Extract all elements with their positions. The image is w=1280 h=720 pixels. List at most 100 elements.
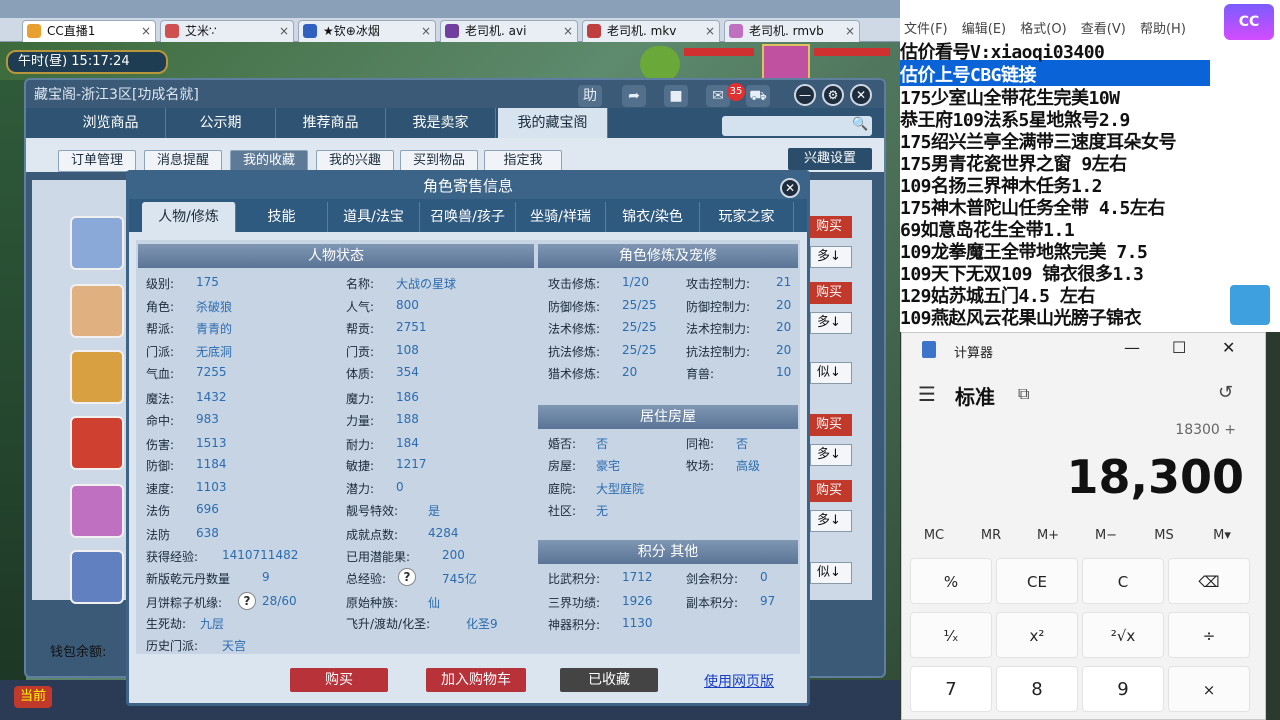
menu-file[interactable]: 文件(F) [904,22,948,37]
menu-icon[interactable]: ☰ [918,382,936,406]
collected-button[interactable]: 已收藏 [560,668,658,692]
tab-recommended[interactable]: 推荐商品 [276,108,386,138]
tab-character[interactable]: 人物/修炼 [142,202,236,232]
current-channel-button[interactable]: 当前 [14,686,52,708]
points-header: 积分 其他 [538,540,798,564]
sub-tab-messages[interactable]: 消息提醒 [144,150,222,172]
mplus-button[interactable]: M+ [1020,528,1076,543]
search-input[interactable] [722,116,872,136]
sub-tab-favorites[interactable]: 我的收藏 [230,150,308,172]
browser-tab-4[interactable]: 老司机. avi × [440,20,578,42]
dialog-title: 角色寄售信息 [422,177,513,195]
menu-edit[interactable]: 编辑(E) [962,22,1006,37]
notepad-line[interactable]: 109燕赵风云花果山光膀子锦衣 [900,304,1142,330]
web-version-link[interactable]: 使用网页版 [704,671,774,691]
menu-help[interactable]: 帮助(H) [1140,22,1186,37]
maximize-icon[interactable]: ☐ [1172,338,1186,357]
more-button[interactable]: 多↓ [810,312,852,334]
ms-button[interactable]: MS [1136,528,1192,543]
stop-icon[interactable]: ■ [664,85,688,107]
buy-button[interactable]: 购买 [810,480,852,502]
keep-on-top-icon[interactable]: ⧉ [1018,384,1029,404]
settings-icon[interactable]: ⚙ [822,84,844,106]
close-icon[interactable]: × [563,21,573,41]
mc-button[interactable]: MC [906,528,962,543]
digit-7-button[interactable]: 7 [910,666,992,712]
minimize-icon[interactable]: — [1124,338,1140,357]
percent-button[interactable]: % [910,558,992,604]
more-button[interactable]: 多↓ [810,510,852,532]
add-to-cart-button[interactable]: 加入购物车 [426,668,526,692]
close-icon[interactable]: × [279,21,289,41]
reciprocal-button[interactable]: ¹⁄ₓ [910,612,992,658]
sub-tab-orders[interactable]: 订单管理 [58,150,136,172]
browser-tab-6[interactable]: 老司机. rmvb × [724,20,860,42]
digit-9-button[interactable]: 9 [1082,666,1164,712]
interest-settings-button[interactable]: 兴趣设置 [788,148,872,170]
close-icon[interactable]: ✕ [780,178,800,198]
digit-8-button[interactable]: 8 [996,666,1078,712]
close-icon[interactable]: ✕ [850,84,872,106]
menu-view[interactable]: 查看(V) [1081,22,1126,37]
tab-seller[interactable]: 我是卖家 [386,108,496,138]
cart-icon[interactable]: ⛟ [746,85,770,107]
list-item-avatar[interactable] [70,484,124,538]
close-icon[interactable]: × [705,21,715,41]
sub-tab-interests[interactable]: 我的兴趣 [316,150,394,172]
help-button[interactable]: 助 [578,85,602,107]
help-icon[interactable]: ? [238,592,256,610]
memory-list-button[interactable]: M▾ [1194,528,1250,543]
share-icon[interactable]: ➦ [622,85,646,107]
close-icon[interactable]: ✕ [1222,338,1235,357]
list-item-avatar[interactable] [70,216,124,270]
minimize-icon[interactable]: — [794,84,816,106]
browser-tab-5[interactable]: 老司机. mkv × [582,20,720,42]
similar-button[interactable]: 似↓ [810,362,852,384]
buy-button[interactable]: 购买 [810,216,852,238]
tab-outfits[interactable]: 锦衣/染色 [606,202,700,232]
close-icon[interactable]: × [845,21,855,41]
help-icon[interactable]: ? [398,568,416,586]
more-button[interactable]: 多↓ [810,444,852,466]
sub-tab-bought[interactable]: 买到物品 [400,150,478,172]
list-item-avatar[interactable] [70,550,124,604]
pet-avatar[interactable] [640,46,680,82]
close-icon[interactable]: × [141,21,151,41]
history-icon[interactable]: ↺ [1218,382,1233,403]
sqrt-button[interactable]: ²√x [1082,612,1164,658]
message-icon[interactable]: ✉ [706,85,730,107]
ce-button[interactable]: CE [996,558,1078,604]
browser-tab-2[interactable]: 艾米∵ × [160,20,294,42]
buy-button[interactable]: 购买 [810,414,852,436]
tab-browse[interactable]: 浏览商品 [56,108,166,138]
tab-skills[interactable]: 技能 [236,202,328,232]
tab-public[interactable]: 公示期 [166,108,276,138]
menu-format[interactable]: 格式(O) [1020,22,1066,37]
clear-button[interactable]: C [1082,558,1164,604]
search-icon[interactable]: 🔍 [852,117,868,132]
list-item-avatar[interactable] [70,284,124,338]
list-item-avatar[interactable] [70,350,124,404]
similar-button[interactable]: 似↓ [810,562,852,584]
tab-my-cbg[interactable]: 我的藏宝阁 [498,108,608,138]
buy-button[interactable]: 购买 [810,282,852,304]
buy-button[interactable]: 购买 [290,668,388,692]
more-button[interactable]: 多↓ [810,246,852,268]
points-label: 三界功绩: [548,596,601,610]
tab-home[interactable]: 玩家之家 [700,202,794,232]
tab-pets[interactable]: 召唤兽/孩子 [420,202,516,232]
square-button[interactable]: x² [996,612,1078,658]
tab-items[interactable]: 道具/法宝 [328,202,420,232]
browser-tab-3[interactable]: ★钦⊕冰烟 × [298,20,436,42]
points-value: 1926 [622,594,653,608]
sub-tab-assigned[interactable]: 指定我 [484,150,562,172]
divide-button[interactable]: ÷ [1168,612,1250,658]
mminus-button[interactable]: M− [1078,528,1134,543]
close-icon[interactable]: × [421,21,431,41]
multiply-button[interactable]: × [1168,666,1250,712]
tab-mounts[interactable]: 坐骑/祥瑞 [516,202,606,232]
backspace-button[interactable]: ⌫ [1168,558,1250,604]
mr-button[interactable]: MR [963,528,1019,543]
browser-tab-1[interactable]: CC直播1 × [22,20,156,42]
list-item-avatar[interactable] [70,416,124,470]
